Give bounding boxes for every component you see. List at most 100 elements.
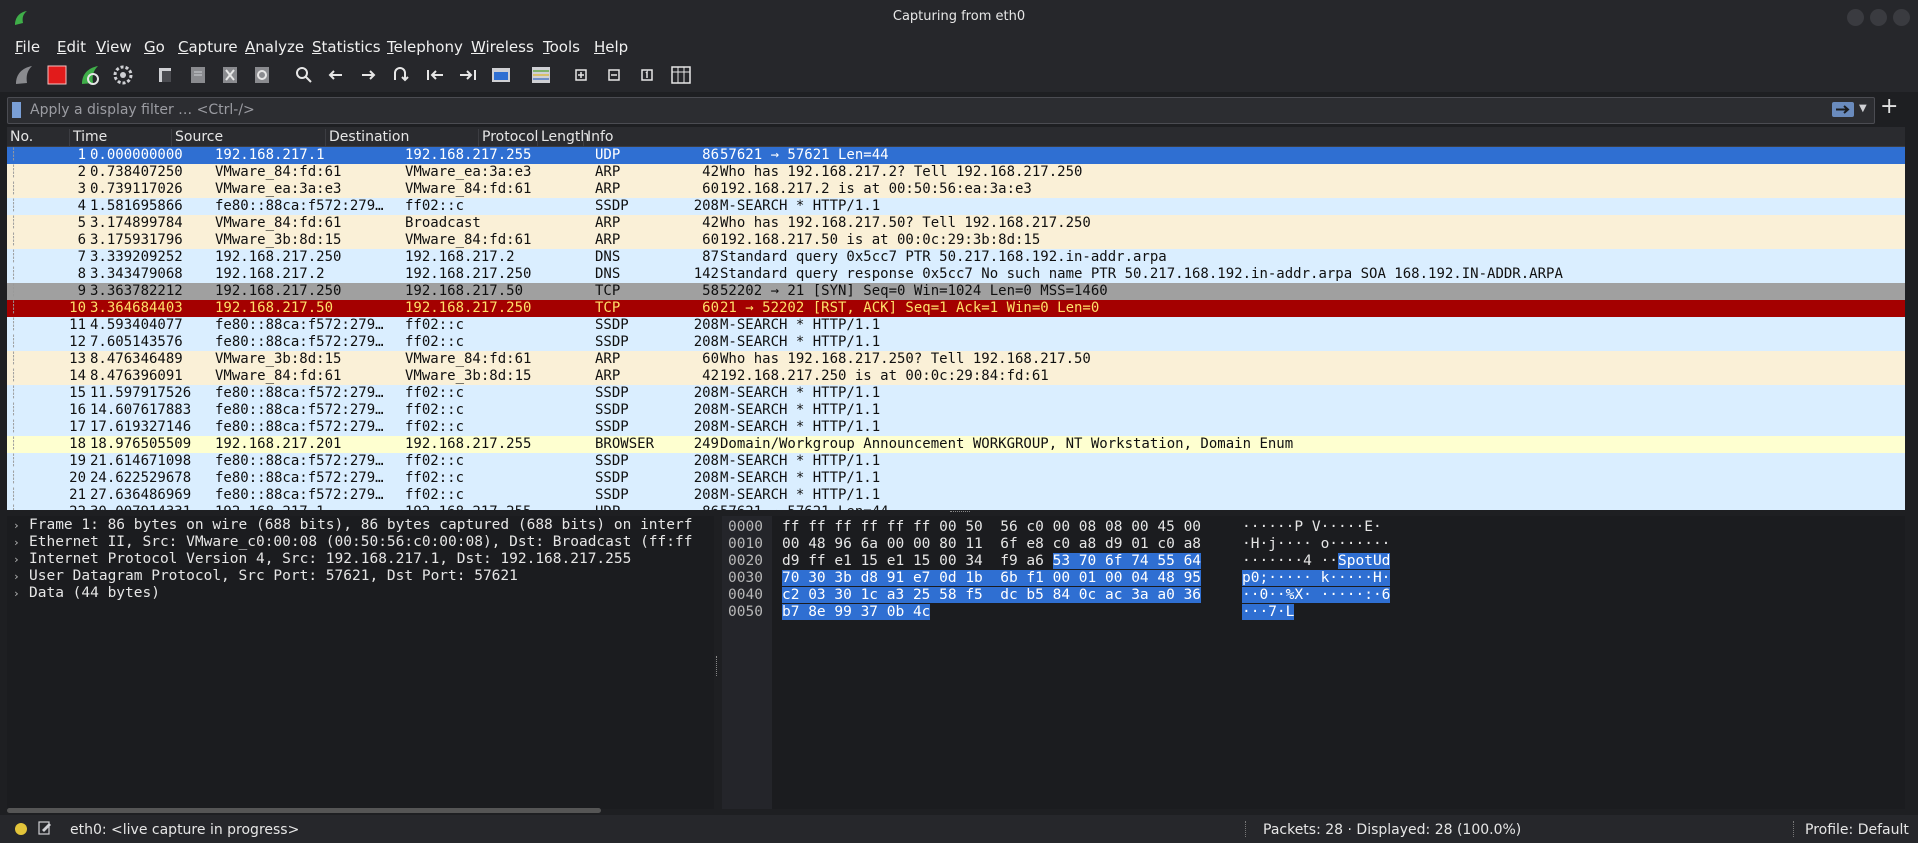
chevron-right-icon[interactable]: ›: [13, 570, 29, 583]
zoom-in-button[interactable]: [569, 63, 593, 87]
column-header-length[interactable]: Length: [537, 129, 589, 146]
menu-edit[interactable]: Edit: [57, 38, 86, 56]
detail-ethernet[interactable]: › Ethernet II, Src: VMware_c0:00:08 (00:5…: [13, 534, 692, 550]
display-filter-input[interactable]: [30, 100, 1810, 120]
packet-row[interactable]: ┊ 4 1.581695866 fe80::88ca:f572:279… ff02::c…: [7, 198, 1905, 215]
capture-options-button[interactable]: [111, 63, 135, 87]
start-capture-button[interactable]: [12, 63, 36, 87]
packet-row[interactable]: ┊ 1 0.000000000 192.168.217.1 192.168.217.25…: [7, 147, 1905, 164]
open-file-button[interactable]: [154, 63, 178, 87]
bytes-hex[interactable]: 00 48 96 6a 00 00 80 11 6f e8 c0 a8 d9 0…: [782, 536, 1201, 552]
menu-wireless[interactable]: Wireless: [471, 38, 534, 56]
packet-details-pane[interactable]: › Frame 1: 86 bytes on wire (688 bits), 8…: [7, 516, 714, 809]
bytes-ascii[interactable]: ···7·L: [1242, 604, 1295, 620]
splitter-grip[interactable]: [950, 511, 970, 514]
bytes-hex[interactable]: ff ff ff ff ff ff 00 50 56 c0 00 08 08 0…: [782, 519, 1201, 535]
close-window-button[interactable]: [1893, 9, 1910, 26]
normal-size-button[interactable]: [635, 63, 659, 87]
resize-columns-button[interactable]: [669, 63, 693, 87]
find-packet-button[interactable]: [292, 63, 316, 87]
expert-info-icon[interactable]: [15, 823, 27, 835]
menu-telephony[interactable]: Telephony: [387, 38, 463, 56]
go-forward-button[interactable]: [356, 63, 380, 87]
go-back-button[interactable]: [324, 63, 348, 87]
packet-row[interactable]: ┊ 11 4.593404077 fe80::88ca:f572:279… ff02::…: [7, 317, 1905, 334]
column-header-source[interactable]: Source: [171, 129, 223, 146]
cell-source: 192.168.217.50: [215, 300, 334, 316]
go-to-packet-button[interactable]: [388, 63, 412, 87]
packet-row[interactable]: ┊ 10 3.364684403 192.168.217.50 192.168.217.…: [7, 300, 1905, 317]
chevron-right-icon[interactable]: ›: [13, 519, 29, 532]
chevron-down-icon[interactable]: ▼: [1859, 103, 1867, 114]
menu-capture[interactable]: Capture: [178, 38, 238, 56]
packet-row[interactable]: ┊ 16 14.607617883 fe80::88ca:f572:279… ff02:…: [7, 402, 1905, 419]
bytes-ascii[interactable]: p0;····· k·····H·: [1242, 570, 1391, 586]
add-filter-button[interactable]: +: [1880, 94, 1898, 119]
packet-row[interactable]: ┊ 21 27.636486969 fe80::88ca:f572:279… ff02:…: [7, 487, 1905, 504]
packet-bytes-pane[interactable]: 0000 ff ff ff ff ff ff 00 50 56 c0 00 08 …: [722, 516, 1905, 809]
menu-file[interactable]: File: [15, 38, 40, 56]
menu-go[interactable]: Go: [144, 38, 165, 56]
maximize-button[interactable]: [1870, 9, 1887, 26]
packet-row[interactable]: ┊ 15 11.597917526 fe80::88ca:f572:279… ff02:…: [7, 385, 1905, 402]
splitter-grip[interactable]: [716, 656, 719, 676]
minimize-button[interactable]: [1847, 9, 1864, 26]
packet-row[interactable]: ┊ 2 0.738407250 VMware_84:fd:61 VMware_ea:3a…: [7, 164, 1905, 181]
reload-file-button[interactable]: [250, 63, 274, 87]
packet-row[interactable]: ┊ 14 8.476396091 VMware_84:fd:61 VMware_3b:8…: [7, 368, 1905, 385]
packet-row[interactable]: ┊ 19 21.614671098 fe80::88ca:f572:279… ff02:…: [7, 453, 1905, 470]
first-packet-button[interactable]: [423, 63, 447, 87]
packet-row[interactable]: ┊ 9 3.363782212 192.168.217.250 192.168.217.…: [7, 283, 1905, 300]
column-header-destination[interactable]: Destination: [325, 129, 409, 146]
packet-row[interactable]: ┊ 13 8.476346489 VMware_3b:8d:15 VMware_84:f…: [7, 351, 1905, 368]
bytes-ascii[interactable]: ·······4 ··SpotUd: [1242, 553, 1391, 569]
chevron-right-icon[interactable]: ›: [13, 553, 29, 566]
menu-tools[interactable]: Tools: [543, 38, 580, 56]
save-file-button[interactable]: [186, 63, 210, 87]
bytes-ascii[interactable]: ··0··%X· ·····:·6: [1242, 587, 1391, 603]
menu-view[interactable]: View: [96, 38, 132, 56]
chevron-right-icon[interactable]: ›: [13, 587, 29, 600]
menu-analyze[interactable]: Analyze: [245, 38, 304, 56]
bytes-ascii[interactable]: ······P V·····E·: [1242, 519, 1382, 535]
packet-row[interactable]: ┊ 12 7.605143576 fe80::88ca:f572:279… ff02::…: [7, 334, 1905, 351]
menu-statistics[interactable]: Statistics: [312, 38, 381, 56]
bytes-hex[interactable]: d9 ff e1 15 e1 15 00 34 f9 a6 53 70 6f 7…: [782, 553, 1202, 569]
column-header-time[interactable]: Time: [69, 129, 107, 146]
column-header-protocol[interactable]: Protocol: [478, 129, 538, 146]
packet-row[interactable]: ┊ 17 17.619327146 fe80::88ca:f572:279… ff02:…: [7, 419, 1905, 436]
bytes-hex[interactable]: b7 8e 99 37 0b 4c: [782, 604, 931, 620]
last-packet-button[interactable]: [456, 63, 480, 87]
detail-data[interactable]: › Data (44 bytes): [13, 585, 160, 601]
cell-protocol: DNS: [595, 249, 621, 265]
detail-ipv4[interactable]: › Internet Protocol Version 4, Src: 192.1…: [13, 551, 631, 567]
close-file-button[interactable]: [218, 63, 242, 87]
apply-filter-button[interactable]: [1832, 102, 1854, 117]
details-horizontal-scrollbar[interactable]: [7, 808, 601, 813]
zoom-out-button[interactable]: [602, 63, 626, 87]
packet-row[interactable]: ┊ 3 0.739117026 VMware_ea:3a:e3 VMware_84:fd…: [7, 181, 1905, 198]
detail-frame[interactable]: › Frame 1: 86 bytes on wire (688 bits), 8…: [13, 517, 692, 533]
profile-label[interactable]: Profile: Default: [1805, 822, 1909, 838]
column-header-no[interactable]: No.: [7, 129, 33, 146]
autoscroll-button[interactable]: [489, 63, 513, 87]
restart-capture-button[interactable]: [78, 63, 102, 87]
filter-bookmark-icon[interactable]: [12, 102, 21, 118]
chevron-right-icon[interactable]: ›: [13, 536, 29, 549]
packet-row[interactable]: ┊ 7 3.339209252 192.168.217.250 192.168.217.…: [7, 249, 1905, 266]
detail-udp[interactable]: › User Datagram Protocol, Src Port: 57621…: [13, 568, 518, 584]
stop-capture-button[interactable]: [45, 63, 69, 87]
packet-row[interactable]: ┊ 5 3.174899784 VMware_84:fd:61 Broadcast ARP…: [7, 215, 1905, 232]
bytes-ascii[interactable]: ·H·j···· o·······: [1242, 536, 1390, 552]
column-header-info[interactable]: Info: [583, 129, 614, 146]
packet-row[interactable]: ┊ 8 3.343479068 192.168.217.2 192.168.217.25…: [7, 266, 1905, 283]
bytes-hex[interactable]: c2 03 30 1c a3 25 58 f5 dc b5 84 0c ac 3…: [782, 587, 1202, 603]
bytes-hex[interactable]: 70 30 3b d8 91 e7 0d 1b 6b f1 00 01 00 0…: [782, 570, 1202, 586]
menu-help[interactable]: Help: [594, 38, 628, 56]
packet-row[interactable]: ┊ 20 24.622529678 fe80::88ca:f572:279… ff02:…: [7, 470, 1905, 487]
packet-row[interactable]: ┊ 6 3.175931796 VMware_3b:8d:15 VMware_84:fd…: [7, 232, 1905, 249]
colorize-button[interactable]: [529, 63, 553, 87]
packet-row[interactable]: ┊ 18 18.976505509 192.168.217.201 192.168.21…: [7, 436, 1905, 453]
capture-comment-icon[interactable]: [38, 821, 52, 835]
packet-list[interactable]: No. Time Source Destination Protocol Len…: [7, 127, 1905, 510]
